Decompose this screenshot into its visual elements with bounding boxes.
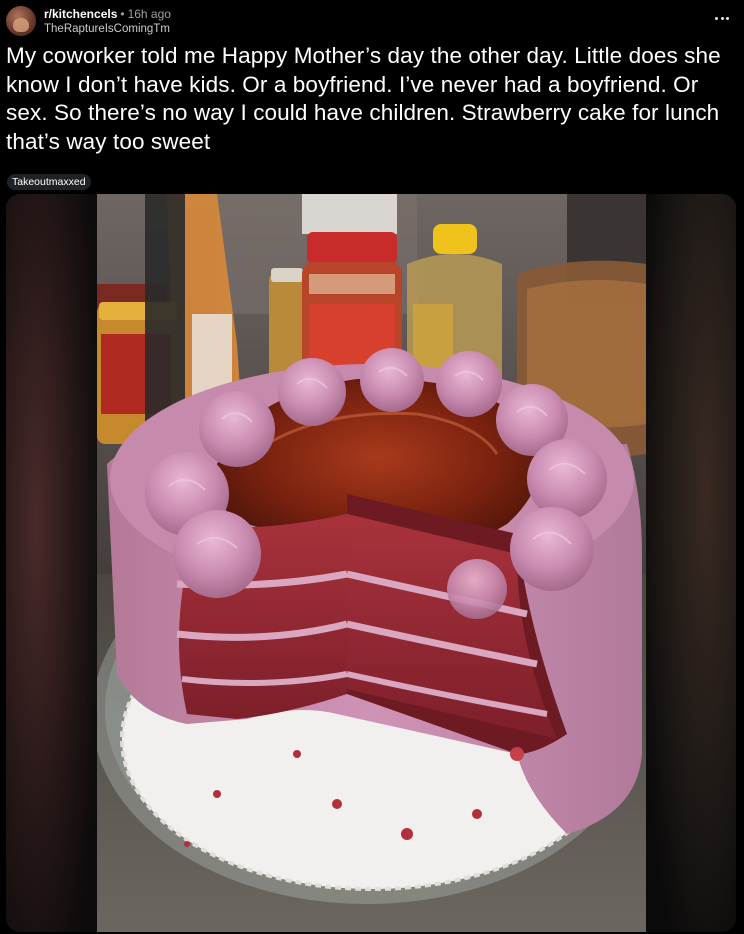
more-dot xyxy=(715,16,719,20)
subreddit-link[interactable]: r/kitchencels xyxy=(44,7,117,21)
more-options-icon[interactable] xyxy=(710,8,734,28)
cake-photo xyxy=(97,194,646,932)
post-flair[interactable]: Takeoutmaxxed xyxy=(7,174,91,190)
post-container: r/kitchencels • 16h ago TheRaptureIsComing… xyxy=(0,0,744,934)
post-image-frame[interactable] xyxy=(6,194,736,932)
avatar-figure xyxy=(13,18,29,32)
author-username[interactable]: TheRaptureIsComingTm xyxy=(44,23,170,36)
more-dot xyxy=(720,16,724,20)
subreddit-avatar[interactable] xyxy=(6,6,36,36)
separator-dot: • xyxy=(120,7,125,21)
post-title[interactable]: My coworker told me Happy Mother’s day t… xyxy=(6,42,726,156)
post-timestamp: 16h ago xyxy=(127,7,171,21)
more-dot xyxy=(725,16,729,20)
subreddit-line: r/kitchencels • 16h ago xyxy=(44,7,171,21)
post-header: r/kitchencels • 16h ago TheRaptureIsComing… xyxy=(0,0,744,40)
